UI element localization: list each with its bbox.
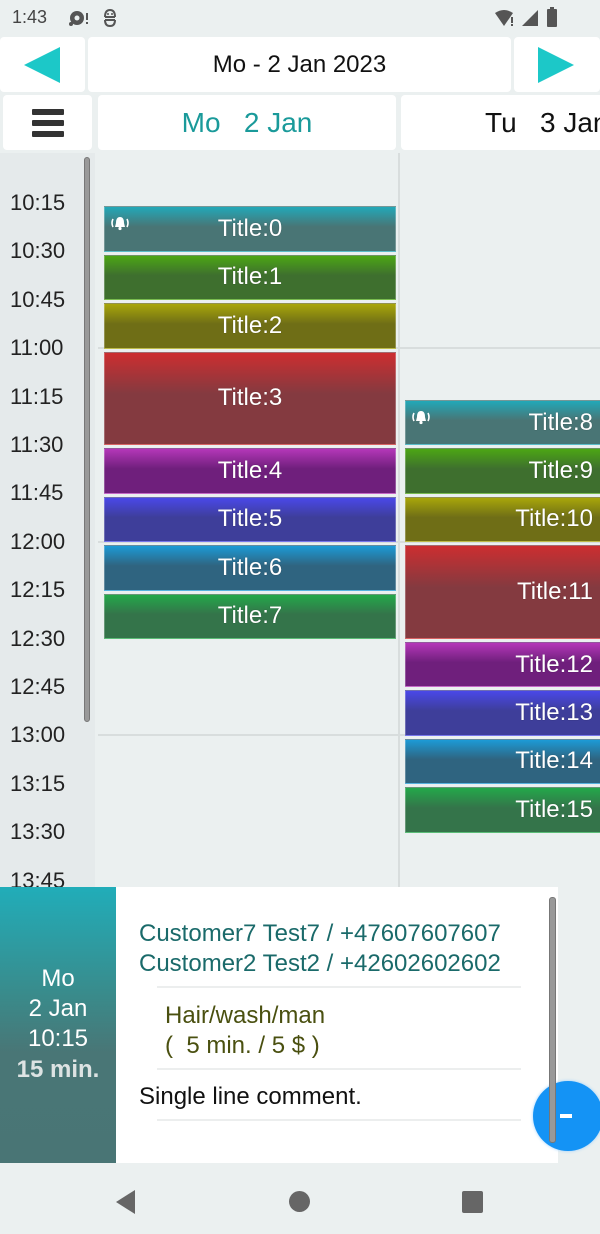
hamburger-bar bbox=[32, 120, 64, 126]
separator bbox=[157, 1119, 521, 1121]
android-debug-icon bbox=[104, 8, 116, 28]
customer-line[interactable]: Customer7 Test7 / +47607607607 bbox=[139, 920, 501, 948]
time-label: 10:30 bbox=[10, 238, 66, 264]
event-3[interactable]: Title:3 bbox=[104, 351, 396, 446]
event-title: Title:2 bbox=[217, 311, 283, 339]
status-time: 1:43 bbox=[12, 7, 48, 27]
hour-line bbox=[98, 734, 398, 736]
customer-line[interactable]: Customer2 Test2 / +42602602602 bbox=[139, 950, 501, 978]
next-day-button[interactable] bbox=[514, 37, 600, 92]
event-5[interactable]: Title:5 bbox=[104, 496, 396, 543]
event-title: Title:10 bbox=[515, 505, 593, 533]
appointment-summary[interactable]: Mo 2 Jan 10:15 15 min. bbox=[0, 887, 116, 1163]
triangle-right-icon bbox=[538, 47, 574, 83]
detail-date: 2 Jan bbox=[28, 995, 88, 1022]
time-label: 12:45 bbox=[10, 674, 66, 699]
event-title: Title:5 bbox=[217, 505, 283, 533]
detail-duration: 15 min. bbox=[16, 1056, 100, 1083]
detail-day: Mo bbox=[41, 965, 75, 992]
event-9[interactable]: Title:9 bbox=[405, 448, 600, 494]
service-name: Hair/wash/man bbox=[165, 1002, 326, 1029]
separator bbox=[157, 986, 521, 988]
alarm-bell-icon bbox=[109, 210, 131, 231]
time-label: 13:30 bbox=[10, 819, 66, 845]
event-title: Title:12 bbox=[515, 650, 593, 678]
event-title: Title:3 bbox=[217, 384, 283, 412]
time-label: 10:15 bbox=[10, 190, 66, 215]
hamburger-bar bbox=[32, 131, 64, 137]
event-title: Title:14 bbox=[515, 747, 593, 775]
date-title[interactable]: Mo - 2 Jan 2023 bbox=[88, 37, 511, 92]
calendar-grid[interactable]: Title:0 Title:1 Title:2 Title:3 Title:4 Title… bbox=[95, 153, 600, 887]
menu-button[interactable] bbox=[3, 95, 92, 150]
time-label: 11:00 bbox=[10, 335, 64, 361]
time-label: 12:15 bbox=[10, 577, 66, 603]
time-label: 11:45 bbox=[10, 480, 64, 506]
alarm-bell-icon bbox=[410, 404, 432, 425]
event-title: Title:7 bbox=[217, 602, 283, 630]
time-column: 10:15 10:30 10:45 11:00 11:15 11:30 11:45 12:00… bbox=[0, 153, 95, 887]
hamburger-menu-icon bbox=[32, 109, 64, 115]
event-11[interactable]: Title:11 bbox=[405, 545, 600, 639]
event-title: Title:0 bbox=[217, 215, 283, 243]
event-title: Title:11 bbox=[516, 578, 593, 606]
plus-icon bbox=[560, 1114, 572, 1118]
event-title: Title:1 bbox=[217, 263, 283, 291]
event-1[interactable]: Title:1 bbox=[104, 254, 396, 301]
time-label: 13:45 bbox=[10, 867, 66, 887]
event-15[interactable]: Title:15 bbox=[405, 787, 600, 833]
status-bar: 1:43 bbox=[0, 0, 600, 36]
cell-signal-icon bbox=[522, 10, 538, 26]
service-info: ( 5 min. / 5 $ ) bbox=[165, 1032, 320, 1059]
detail-scrollbar[interactable] bbox=[549, 897, 556, 1143]
event-0[interactable]: Title:0 bbox=[104, 206, 396, 252]
previous-day-button[interactable] bbox=[0, 37, 85, 92]
wifi-warning-icon bbox=[495, 10, 513, 26]
time-label: 13:00 bbox=[10, 722, 66, 748]
event-6[interactable]: Title:6 bbox=[104, 545, 396, 591]
detail-time: 10:15 bbox=[27, 1025, 89, 1052]
day-header-monday[interactable]: Mo 2 Jan bbox=[98, 95, 396, 150]
separator bbox=[157, 1068, 521, 1070]
time-label: 13:15 bbox=[10, 770, 66, 796]
battery-icon bbox=[547, 7, 557, 27]
event-title: Title:13 bbox=[515, 699, 593, 727]
event-14[interactable]: Title:14 bbox=[405, 738, 600, 785]
calendar-scrollbar[interactable] bbox=[84, 157, 90, 722]
event-title: Title:9 bbox=[528, 457, 593, 485]
time-label: 12:30 bbox=[10, 625, 66, 651]
event-8[interactable]: Title:8 bbox=[405, 400, 600, 446]
recent-apps-square-icon[interactable] bbox=[462, 1191, 483, 1213]
time-label: 11:15 bbox=[10, 383, 64, 409]
day-divider bbox=[398, 153, 400, 887]
add-appointment-button[interactable] bbox=[533, 1081, 600, 1151]
event-title: Title:15 bbox=[515, 795, 593, 823]
event-10[interactable]: Title:10 bbox=[405, 496, 600, 543]
event-title: Title:6 bbox=[217, 553, 283, 581]
event-title: Title:4 bbox=[217, 457, 283, 485]
navigation-bar bbox=[0, 1163, 600, 1234]
hour-line bbox=[400, 347, 600, 349]
appointment-details: Customer7 Test7 / +47607607607 Customer2… bbox=[116, 887, 558, 1163]
event-title: Title:8 bbox=[528, 408, 593, 436]
event-4[interactable]: Title:4 bbox=[104, 448, 396, 494]
event-2[interactable]: Title:2 bbox=[104, 303, 396, 349]
time-label: 12:00 bbox=[10, 528, 66, 554]
day-header-tuesday[interactable]: Tu 3 Jan bbox=[401, 95, 600, 150]
time-label: 11:30 bbox=[10, 432, 64, 457]
event-12[interactable]: Title:12 bbox=[405, 642, 600, 688]
home-circle-icon[interactable] bbox=[289, 1191, 310, 1212]
time-label: 10:45 bbox=[10, 286, 66, 312]
comment-text: Single line comment. bbox=[139, 1083, 362, 1110]
triangle-left-icon bbox=[24, 47, 60, 83]
notification-dot-icon bbox=[69, 11, 88, 26]
event-7[interactable]: Title:7 bbox=[104, 593, 396, 639]
event-13[interactable]: Title:13 bbox=[405, 690, 600, 736]
back-triangle-icon[interactable] bbox=[116, 1190, 135, 1214]
